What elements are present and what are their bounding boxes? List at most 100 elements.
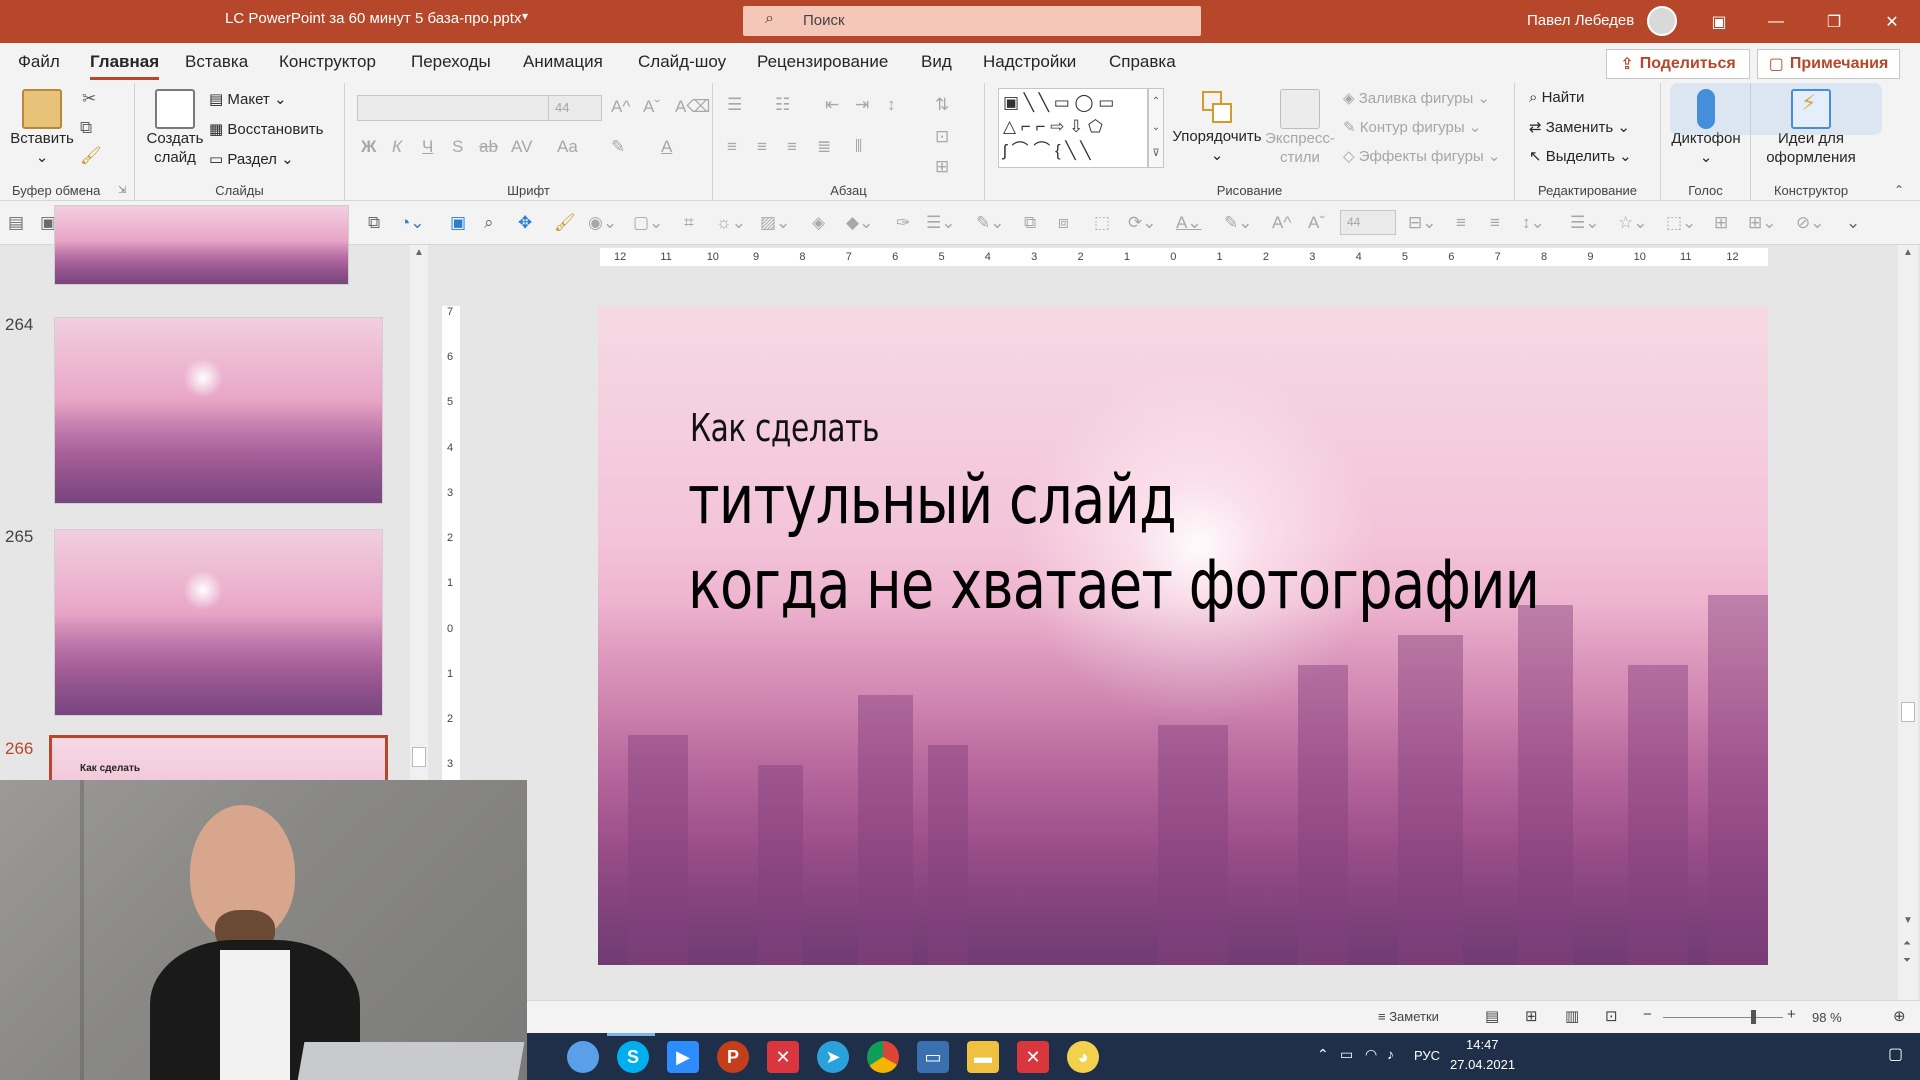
skype-icon[interactable]: S: [617, 1041, 649, 1073]
decrease-font-icon[interactable]: Aˇ: [1308, 213, 1325, 233]
slideshow-icon[interactable]: ⊡: [1605, 1007, 1618, 1025]
zoom-level[interactable]: 98 %: [1812, 1010, 1842, 1025]
bold-button[interactable]: Ж: [361, 137, 376, 157]
text-direction-icon[interactable]: ⇅: [935, 95, 949, 115]
font-name-field[interactable]: [357, 95, 553, 121]
eyedropper-icon[interactable]: ✑: [896, 213, 910, 233]
reset-button[interactable]: ▦ Восстановить: [209, 120, 323, 138]
minimize-icon[interactable]: —: [1748, 0, 1804, 43]
shape-fill-button[interactable]: ◈ Заливка фигуры ⌄: [1343, 89, 1490, 107]
customize-qat-icon[interactable]: ⌄: [1846, 213, 1860, 233]
group-objects-icon[interactable]: ⧉: [368, 213, 380, 233]
zoom-slider-thumb[interactable]: [1751, 1010, 1756, 1024]
line-weight-icon[interactable]: ☰⌄: [926, 213, 955, 233]
xmind-2-icon[interactable]: ✕: [1017, 1041, 1049, 1073]
shapes-icon[interactable]: ◔⌄: [400, 213, 425, 233]
tab-home[interactable]: Главная: [90, 52, 160, 80]
slide-thumbnail-264[interactable]: [54, 317, 383, 504]
tab-review[interactable]: Рецензирование: [757, 52, 888, 72]
select-button[interactable]: ↖ Выделить ⌄: [1529, 147, 1632, 165]
fill-icon[interactable]: ◆⌄: [846, 213, 873, 233]
align-left-text-icon[interactable]: ≡: [1456, 213, 1466, 233]
tab-view[interactable]: Вид: [921, 52, 952, 72]
collapse-ribbon-icon[interactable]: ⌃: [1894, 183, 1904, 197]
shape-effects-button[interactable]: ◇ Эффекты фигуры ⌄: [1343, 147, 1500, 165]
restore-icon[interactable]: ❐: [1806, 0, 1862, 43]
textbox-icon[interactable]: ▣: [450, 213, 466, 233]
underline-button[interactable]: Ч: [422, 137, 433, 157]
decrease-font-icon[interactable]: Aˇ: [643, 97, 660, 117]
normal-view-icon[interactable]: ▤: [8, 213, 24, 233]
line-spacing-icon[interactable]: ↕⌄: [1522, 213, 1545, 233]
rotate-icon[interactable]: ⟳⌄: [1128, 213, 1157, 233]
close-icon[interactable]: ✕: [1864, 0, 1920, 43]
increase-font-icon[interactable]: A^: [611, 97, 630, 117]
shapes-gallery-scroll[interactable]: ⌃ ⌄ ⊽: [1148, 88, 1164, 168]
replace-button[interactable]: ⇄ Заменить ⌄: [1529, 118, 1630, 136]
highlight-icon[interactable]: ✎: [611, 137, 625, 157]
move-icon[interactable]: ✥: [518, 213, 532, 233]
format-painter-icon[interactable]: 🖌: [554, 213, 576, 233]
align-right-icon[interactable]: ≡: [787, 137, 797, 157]
teamviewer-icon[interactable]: ▭: [917, 1041, 949, 1073]
editor-scrollbar[interactable]: ▲ ▼ ⏶ ⏷: [1898, 245, 1918, 1000]
ribbon-display-icon[interactable]: ▣: [1691, 0, 1747, 43]
section-button[interactable]: ▭ Раздел ⌄: [209, 150, 294, 168]
transform-icon[interactable]: ⬚⌄: [1666, 213, 1696, 233]
align-center-text-icon[interactable]: ≡: [1490, 213, 1500, 233]
notes-button[interactable]: ≡ Заметки: [1378, 1009, 1439, 1024]
font-color-icon[interactable]: A⌄: [1176, 213, 1202, 233]
send-backward-icon[interactable]: ⧈: [1058, 213, 1069, 233]
bullets-icon[interactable]: ☰⌄: [1570, 213, 1599, 233]
numbering-icon[interactable]: ☷: [775, 95, 790, 115]
file-explorer-icon[interactable]: ▬: [967, 1041, 999, 1073]
tab-slideshow[interactable]: Слайд-шоу: [638, 52, 726, 72]
align-center-icon[interactable]: ≡: [757, 137, 767, 157]
shapes-gallery[interactable]: ▣ ╲ ╲ ▭ ◯ ▭ △ ⌐ ⌐ ⇨ ⇩ ⬠ ʃ ⌒ ⌒ { ╲ ╲: [998, 88, 1148, 168]
textbox-shape-icon[interactable]: ▣: [1003, 93, 1019, 112]
change-case-button[interactable]: Aa: [557, 137, 578, 157]
quick-styles-button[interactable]: Экспресс- стили: [1265, 89, 1335, 167]
cut-icon[interactable]: ✂: [82, 89, 96, 109]
selection-pane-icon[interactable]: ⬚: [1094, 213, 1110, 233]
paste-button[interactable]: Вставить ⌄: [8, 89, 76, 167]
share-button[interactable]: ⇪ Поделиться: [1606, 49, 1750, 79]
tab-addins[interactable]: Надстройки: [983, 52, 1076, 72]
format-painter-icon[interactable]: 🖌: [80, 146, 102, 166]
clear-format-icon[interactable]: A⌫: [675, 97, 710, 117]
strikethrough-button[interactable]: ab: [479, 137, 498, 157]
copy-icon[interactable]: ⧉: [80, 118, 92, 138]
zoom-app-icon[interactable]: ▶: [667, 1041, 699, 1073]
powerpoint-icon[interactable]: P: [717, 1041, 749, 1073]
merge-icon[interactable]: ⊘⌄: [1796, 213, 1825, 233]
font-color-icon[interactable]: A: [661, 137, 672, 157]
shape-outline-button[interactable]: ✎ Контур фигуры ⌄: [1343, 118, 1481, 136]
previous-slide-icon[interactable]: ⏶: [1903, 938, 1911, 949]
char-spacing-button[interactable]: AV: [511, 137, 532, 157]
tab-animations[interactable]: Анимация: [523, 52, 603, 72]
shape-style-icon[interactable]: ◉⌄: [588, 213, 617, 233]
clock-time[interactable]: 14:47: [1466, 1037, 1499, 1052]
wifi-icon[interactable]: ◠: [1365, 1046, 1377, 1063]
thumbnails-scrollbar[interactable]: ▲: [410, 245, 428, 780]
slide-thumbnail-263[interactable]: [54, 205, 349, 285]
tab-transitions[interactable]: Переходы: [411, 52, 491, 72]
language-indicator[interactable]: РУС: [1414, 1048, 1440, 1063]
italic-button[interactable]: К: [392, 137, 402, 157]
clock-date[interactable]: 27.04.2021: [1450, 1057, 1515, 1072]
tab-insert[interactable]: Вставка: [185, 52, 248, 72]
edge-icon[interactable]: [567, 1041, 599, 1073]
align-left-icon[interactable]: ≡: [727, 137, 737, 157]
slide-sorter-icon[interactable]: ⊞: [1525, 1007, 1538, 1025]
volume-icon[interactable]: ♪: [1387, 1046, 1394, 1062]
layout-button[interactable]: ▤ Макет ⌄: [209, 90, 287, 108]
qat-font-size-field[interactable]: 44: [1340, 210, 1396, 235]
increase-font-icon[interactable]: A^: [1272, 213, 1291, 233]
fit-slide-icon[interactable]: ⊕: [1893, 1007, 1906, 1025]
normal-view-icon[interactable]: ▤: [1485, 1007, 1499, 1025]
picture-icon[interactable]: ▨⌄: [760, 213, 790, 233]
shadow-button[interactable]: S: [452, 137, 463, 157]
scroll-up-icon[interactable]: ▲: [1903, 247, 1913, 258]
notifications-icon[interactable]: ▢: [1888, 1044, 1903, 1064]
decrease-indent-icon[interactable]: ⇤: [825, 95, 839, 115]
